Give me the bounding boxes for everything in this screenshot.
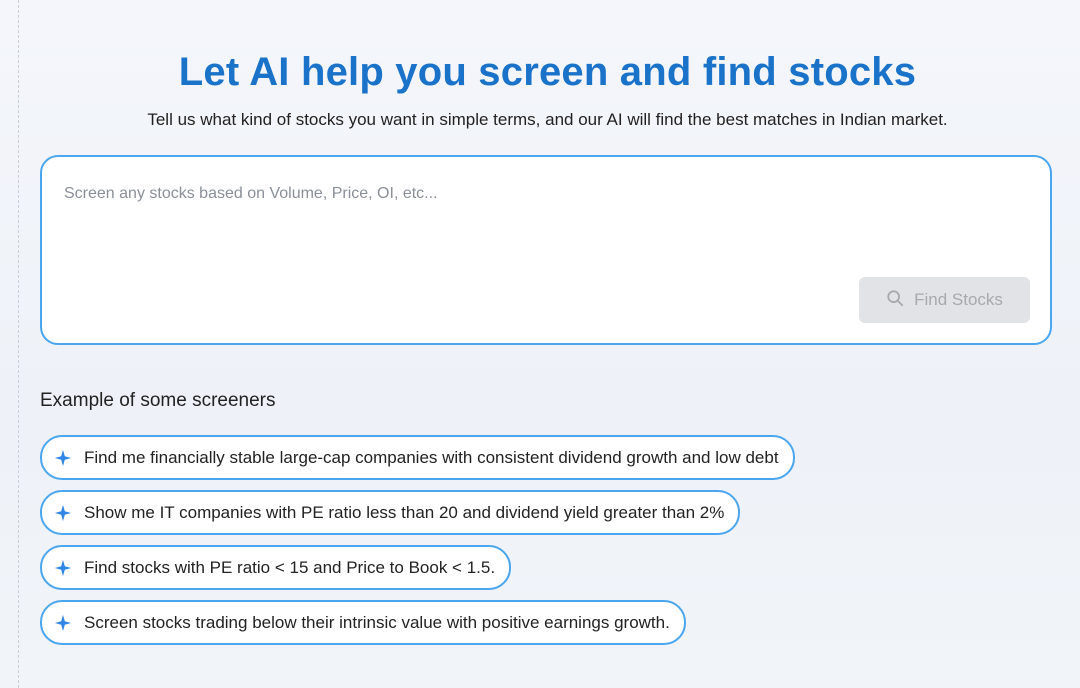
example-screener-label: Show me IT companies with PE ratio less … (84, 502, 725, 522)
sparkle-icon (54, 449, 72, 467)
page-title: Let AI help you screen and find stocks (178, 50, 917, 94)
examples-list: Find me financially stable large-cap com… (40, 435, 795, 645)
example-screener-chip[interactable]: Screen stocks trading below their intrin… (40, 600, 686, 645)
left-rail-divider (18, 0, 19, 688)
find-stocks-label: Find Stocks (914, 290, 1003, 309)
sparkle-icon (54, 504, 72, 522)
example-screener-label: Find stocks with PE ratio < 15 and Price… (84, 557, 496, 577)
sparkle-icon (54, 559, 72, 577)
example-screener-label: Screen stocks trading below their intrin… (84, 612, 670, 632)
examples-heading: Example of some screeners (40, 390, 276, 411)
example-screener-label: Find me financially stable large-cap com… (84, 447, 779, 467)
query-box: Find Stocks (40, 155, 1052, 345)
page-subtitle: Tell us what kind of stocks you want in … (147, 110, 948, 129)
example-screener-chip[interactable]: Find me financially stable large-cap com… (40, 435, 795, 480)
find-stocks-button[interactable]: Find Stocks (859, 277, 1030, 323)
example-screener-chip[interactable]: Show me IT companies with PE ratio less … (40, 490, 741, 535)
example-screener-chip[interactable]: Find stocks with PE ratio < 15 and Price… (40, 545, 512, 590)
sparkle-icon (54, 614, 72, 632)
screener-query-input[interactable] (64, 179, 1024, 209)
search-icon (886, 289, 904, 312)
